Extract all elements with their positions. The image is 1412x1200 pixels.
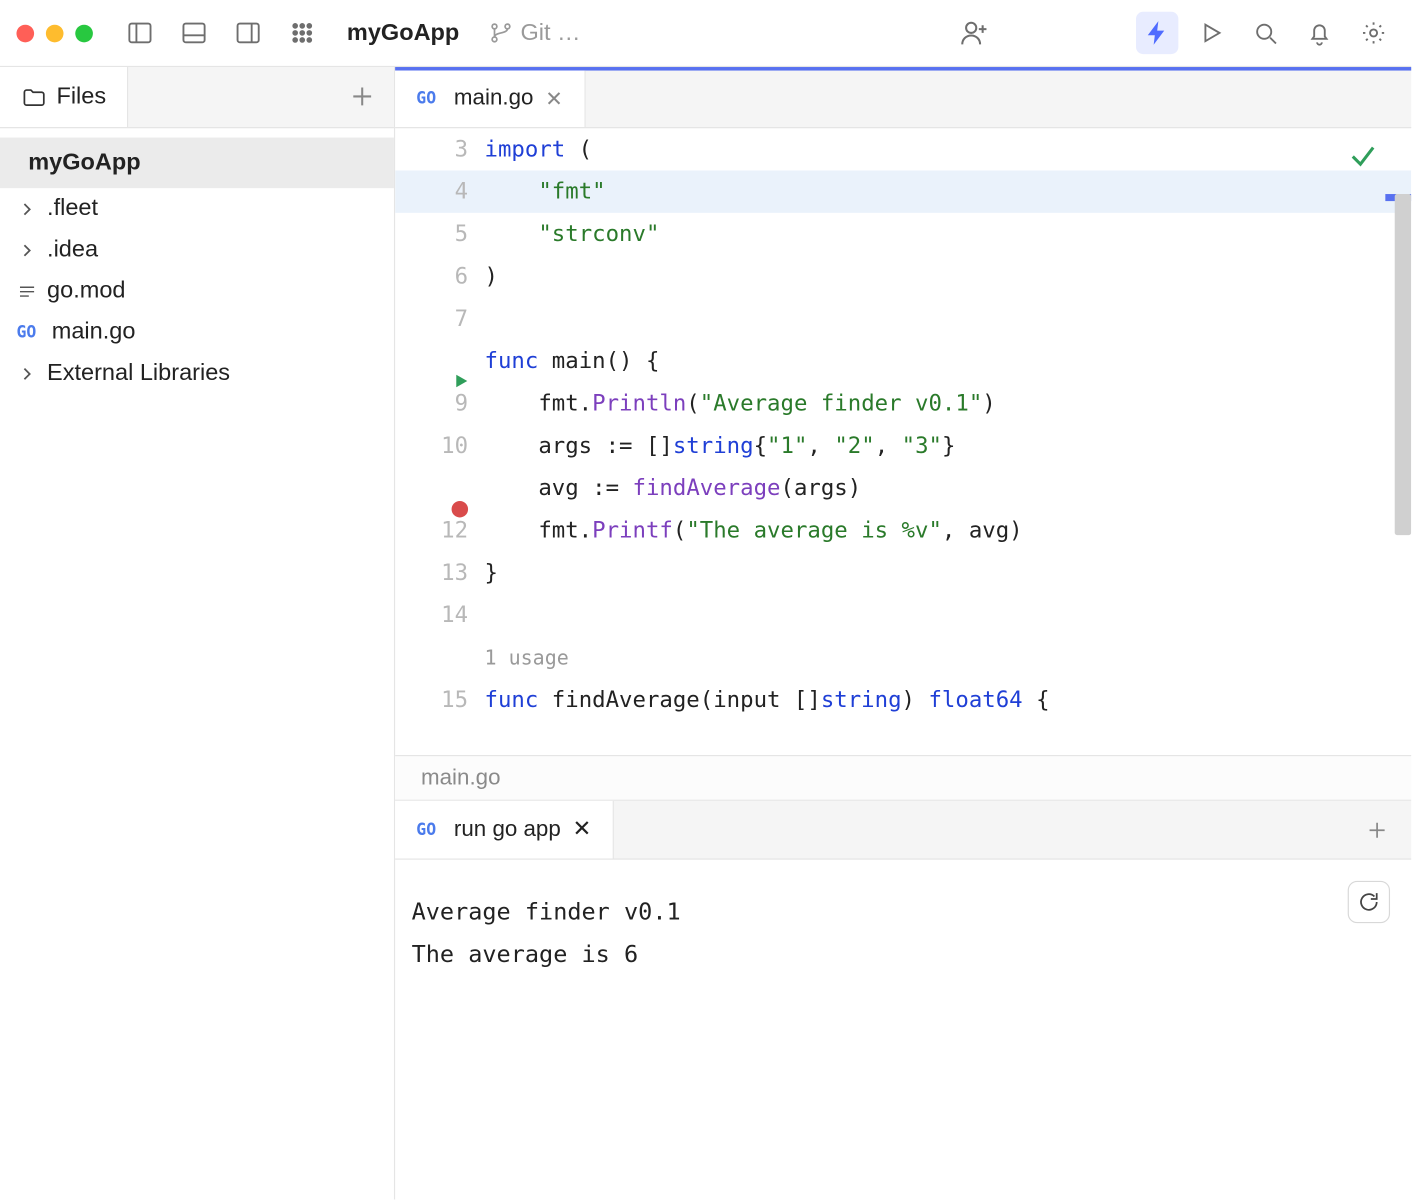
go-file-icon: GO — [416, 89, 442, 108]
gutter[interactable]: 3 — [395, 136, 484, 162]
go-file-icon: GO — [16, 323, 42, 342]
code-line[interactable]: 13} — [395, 552, 1411, 594]
notifications-icon[interactable] — [1298, 12, 1340, 54]
tree-item-label: External Libraries — [47, 360, 230, 387]
run-panel: GO run go app ✕ Average finder v0.1The a… — [395, 800, 1411, 1200]
code-line[interactable]: avg := findAverage(args) — [395, 467, 1411, 509]
code-line[interactable]: 1 usage — [395, 636, 1411, 678]
tree-item-label: .idea — [47, 236, 98, 263]
close-tab-icon[interactable]: ✕ — [545, 86, 563, 111]
sidebar-tabstrip: Files — [0, 67, 394, 128]
run-tabstrip: GO run go app ✕ — [395, 801, 1411, 860]
minimize-window-dot[interactable] — [46, 24, 64, 42]
gutter[interactable]: 6 — [395, 263, 484, 289]
code-line[interactable]: 5 "strconv" — [395, 213, 1411, 255]
gutter[interactable]: 9 — [395, 390, 484, 416]
code-line[interactable]: 9 fmt.Println("Average finder v0.1") — [395, 382, 1411, 424]
search-icon[interactable] — [1244, 12, 1286, 54]
sidebar-add-tab-icon[interactable] — [347, 81, 378, 112]
maximize-window-dot[interactable] — [75, 24, 93, 42]
git-label: Git … — [520, 19, 580, 46]
tree-item-label: go.mod — [47, 278, 125, 305]
inspection-ok-icon[interactable] — [1348, 140, 1379, 171]
panel-right-icon[interactable] — [227, 12, 269, 54]
smart-mode-icon[interactable] — [1136, 12, 1178, 54]
editor-tabstrip: GO main.go ✕ — [395, 67, 1411, 128]
chevron-right-icon — [16, 239, 37, 260]
project-name[interactable]: myGoApp — [347, 19, 459, 46]
chevron-right-icon — [16, 198, 37, 219]
run-tab[interactable]: GO run go app ✕ — [395, 801, 613, 859]
toolbar: myGoApp Git … — [0, 0, 1411, 67]
gutter[interactable]: 5 — [395, 221, 484, 247]
run-gutter-icon[interactable] — [452, 372, 471, 391]
run-output[interactable]: Average finder v0.1The average is 6 — [395, 860, 1411, 1200]
window-controls — [16, 24, 92, 42]
go-file-icon: GO — [416, 820, 442, 839]
rerun-button[interactable] — [1348, 881, 1390, 923]
code-editor[interactable]: 3import (4 "fmt"5 "strconv"6) 7 func main(… — [395, 128, 1411, 755]
panel-bottom-icon[interactable] — [173, 12, 215, 54]
sidebar-tab-label: Files — [56, 83, 106, 110]
gutter[interactable]: 7 — [395, 306, 484, 332]
code-line[interactable]: 14 — [395, 594, 1411, 636]
gutter[interactable]: 13 — [395, 560, 484, 586]
panel-left-icon[interactable] — [119, 12, 161, 54]
tree-project-root[interactable]: myGoApp — [0, 138, 394, 189]
tree-item[interactable]: GO main.go — [0, 312, 394, 353]
file-tree: myGoApp .fleet .idea go.mod GO main.go Extern… — [0, 128, 394, 403]
tree-item-label: main.go — [52, 319, 136, 346]
git-branch-button[interactable]: Git … — [488, 19, 581, 46]
code-line[interactable]: 3import ( — [395, 128, 1411, 170]
breakpoint-icon[interactable] — [452, 501, 468, 517]
gutter[interactable]: 15 — [395, 687, 484, 713]
tree-item[interactable]: go.mod — [0, 270, 394, 311]
tree-item-label: .fleet — [47, 195, 98, 222]
code-line[interactable]: 6) — [395, 255, 1411, 297]
run-add-tab-icon[interactable] — [1364, 817, 1390, 843]
gutter[interactable]: 12 — [395, 517, 484, 543]
gutter[interactable]: 14 — [395, 602, 484, 628]
editor-tab-label: main.go — [454, 86, 534, 112]
sidebar: Files myGoApp .fleet .idea go.mod GO main.go… — [0, 67, 395, 1199]
scrollbar-thumb[interactable] — [1395, 194, 1411, 535]
run-tab-label: run go app — [454, 817, 561, 843]
refresh-icon — [1357, 890, 1381, 914]
code-line[interactable]: func main() { — [395, 340, 1411, 382]
sidebar-tab-files[interactable]: Files — [0, 67, 128, 127]
breadcrumb[interactable]: main.go — [395, 755, 1411, 800]
output-line: The average is 6 — [412, 933, 1395, 975]
output-line: Average finder v0.1 — [412, 890, 1395, 932]
settings-icon[interactable] — [1352, 12, 1394, 54]
tree-item[interactable]: .idea — [0, 229, 394, 270]
close-tab-icon[interactable]: ✕ — [573, 816, 592, 843]
run-icon[interactable] — [1190, 12, 1232, 54]
code-line[interactable]: 7 — [395, 298, 1411, 340]
gutter[interactable]: 10 — [395, 433, 484, 459]
gutter[interactable]: 4 — [395, 179, 484, 205]
folder-icon — [21, 84, 47, 110]
code-line[interactable]: 15func findAverage(input []string) float… — [395, 679, 1411, 721]
git-branch-icon — [488, 20, 514, 46]
editor-tab-main-go[interactable]: GO main.go ✕ — [395, 71, 585, 127]
code-line[interactable]: 4 "fmt" — [395, 171, 1411, 213]
tree-item[interactable]: .fleet — [0, 188, 394, 229]
add-collaborator-icon[interactable] — [953, 12, 995, 54]
code-line[interactable]: 10 args := []string{"1", "2", "3"} — [395, 425, 1411, 467]
code-line[interactable]: 12 fmt.Printf("The average is %v", avg) — [395, 509, 1411, 551]
chevron-right-icon — [16, 363, 37, 384]
tree-item[interactable]: External Libraries — [0, 353, 394, 394]
apps-grid-icon[interactable] — [281, 12, 323, 54]
file-lines-icon — [16, 280, 37, 301]
close-window-dot[interactable] — [16, 24, 34, 42]
